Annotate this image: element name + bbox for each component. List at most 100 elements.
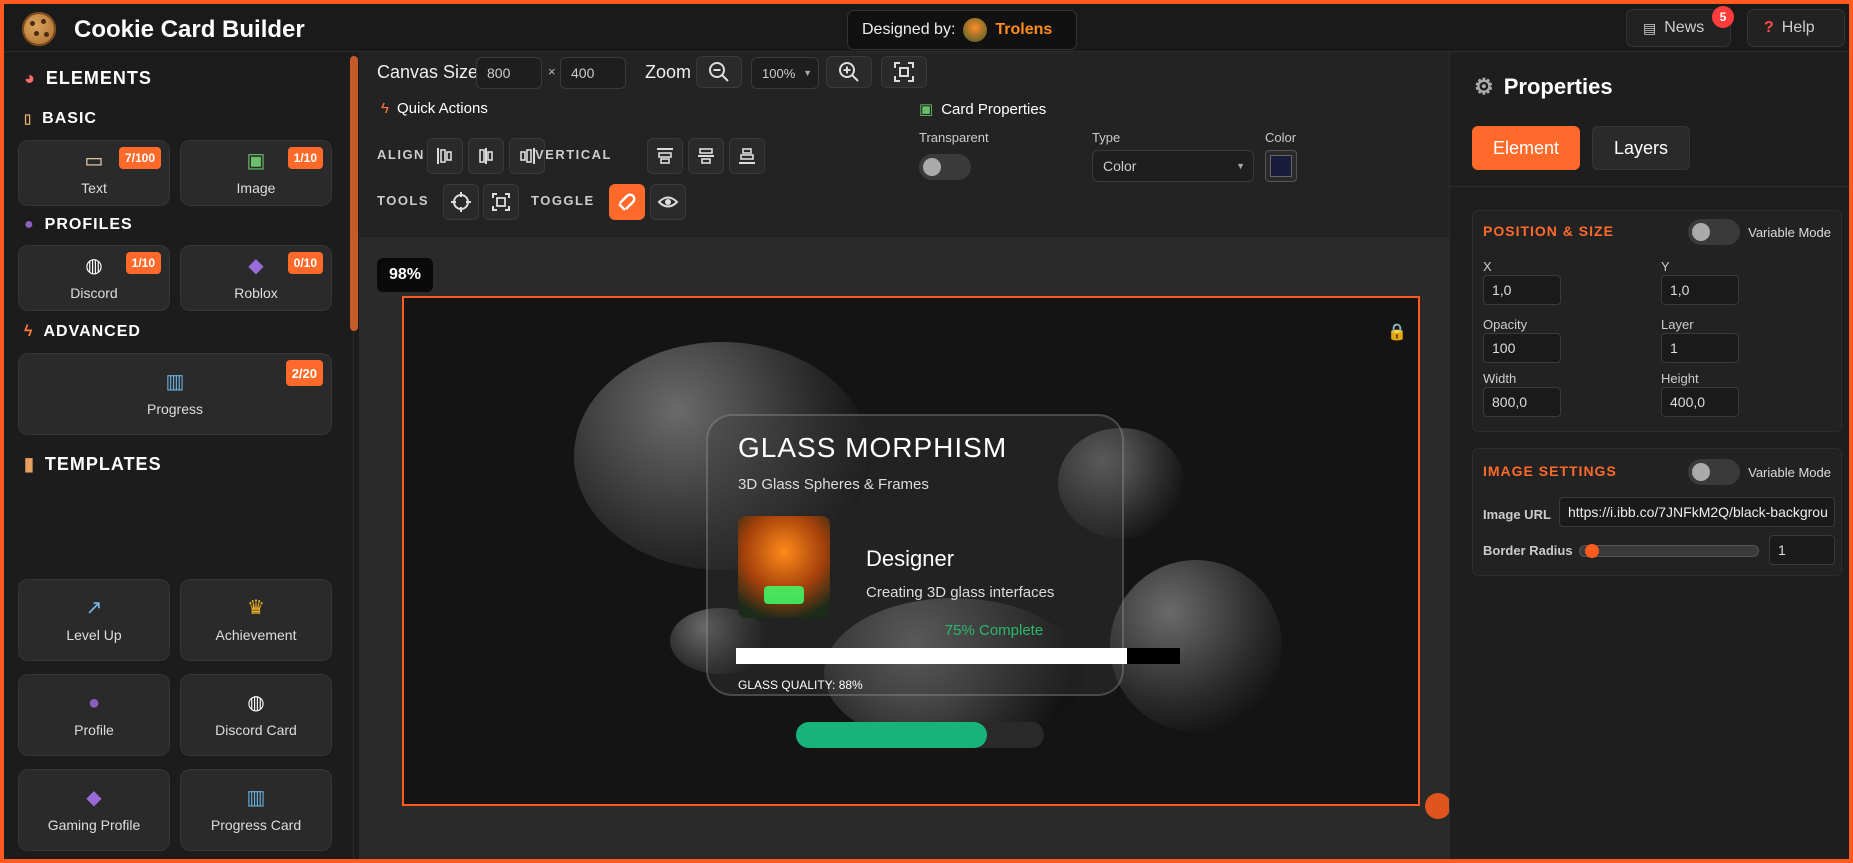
type-select[interactable]: Color ▼ bbox=[1092, 150, 1254, 182]
type-label: Type bbox=[1092, 130, 1121, 145]
card-properties-heading: ▣ Card Properties bbox=[919, 100, 1046, 119]
template-profile[interactable]: ● Profile bbox=[18, 674, 170, 756]
advanced-heading: ϟ ADVANCED bbox=[24, 323, 141, 341]
progress-text: 75% Complete bbox=[944, 622, 1044, 639]
template-achievement[interactable]: ♛ Achievement bbox=[180, 579, 332, 661]
frame-select-button[interactable] bbox=[483, 184, 519, 220]
image-url-input[interactable]: https://i.ibb.co/7JNFkM2Q/black-backgrou bbox=[1559, 497, 1835, 527]
toolbar: Canvas Size 800 × 400 Zoom 100% ▼ ϟ Quic… bbox=[359, 52, 1449, 238]
align-left-button[interactable] bbox=[427, 138, 463, 174]
speech-bubble-icon: ◍ bbox=[85, 255, 103, 277]
glass-sphere bbox=[1110, 560, 1282, 732]
y-input[interactable]: 1,0 bbox=[1661, 275, 1739, 305]
fit-screen-button[interactable] bbox=[881, 56, 927, 88]
tile-label: Progress Card bbox=[210, 817, 302, 833]
tab-layers[interactable]: Layers bbox=[1592, 126, 1690, 170]
zoom-out-icon bbox=[709, 62, 729, 82]
gamepad-icon: ◆ bbox=[86, 787, 102, 809]
template-discord-card[interactable]: ◍ Discord Card bbox=[180, 674, 332, 756]
profiles-heading: ● PROFILES bbox=[24, 216, 133, 234]
tile-label: Image bbox=[236, 180, 276, 196]
element-progress-button[interactable]: ▥ Progress 2/20 bbox=[18, 353, 332, 435]
canvas-width-input[interactable]: 800 bbox=[476, 57, 542, 89]
help-button[interactable]: ? Help bbox=[1747, 9, 1845, 47]
element-discord-button[interactable]: ◍ Discord 1/10 bbox=[18, 245, 170, 311]
tile-label: Profile bbox=[74, 722, 114, 738]
position-size-title: POSITION & SIZE bbox=[1483, 223, 1614, 239]
align-label: ALIGN bbox=[377, 147, 425, 162]
profile-name: Designer bbox=[866, 546, 955, 571]
variable-mode-toggle[interactable] bbox=[1688, 459, 1741, 485]
align-middle-button[interactable] bbox=[688, 138, 724, 174]
align-bottom-button[interactable] bbox=[729, 138, 765, 174]
image-url-label: Image URL bbox=[1483, 507, 1551, 522]
width-label: Width bbox=[1483, 371, 1517, 386]
tab-element[interactable]: Element bbox=[1472, 126, 1580, 170]
layer-input[interactable]: 1 bbox=[1661, 333, 1739, 363]
width-input[interactable]: 800,0 bbox=[1483, 387, 1561, 417]
magnet-toggle-button[interactable] bbox=[609, 184, 645, 220]
align-top-button[interactable] bbox=[647, 138, 683, 174]
card-color-swatch[interactable] bbox=[1265, 150, 1297, 182]
count-badge: 7/100 bbox=[118, 147, 161, 169]
type-value: Color bbox=[1103, 158, 1137, 174]
slider-thumb[interactable] bbox=[1585, 544, 1600, 558]
count-badge: 2/20 bbox=[285, 360, 323, 386]
designer-credit[interactable]: Designed by: Trolens bbox=[847, 10, 1077, 50]
crosshair-icon bbox=[451, 192, 471, 212]
variable-mode-control[interactable]: Variable Mode bbox=[1688, 459, 1831, 485]
template-level-up[interactable]: ↗ Level Up bbox=[18, 579, 170, 661]
crosshair-tool-button[interactable] bbox=[443, 184, 479, 220]
template-progress-card[interactable]: ▥ Progress Card bbox=[180, 769, 332, 851]
variable-mode-toggle[interactable] bbox=[1688, 219, 1741, 245]
element-text-button[interactable]: ▭ Text 7/100 bbox=[18, 140, 170, 206]
variable-mode-control[interactable]: Variable Mode bbox=[1688, 219, 1831, 245]
sidebar-scrollbar[interactable] bbox=[350, 56, 358, 331]
user-icon: ● bbox=[87, 692, 101, 714]
visibility-toggle-button[interactable] bbox=[650, 184, 686, 220]
zoom-value: 100% bbox=[762, 65, 796, 81]
zoom-in-button[interactable] bbox=[826, 56, 872, 88]
card-canvas[interactable]: GLASS MORPHISM 3D Glass Spheres & Frames… bbox=[402, 296, 1420, 806]
top-bar: Cookie Card Builder Designed by: Trolens… bbox=[4, 4, 1849, 52]
height-input[interactable]: 400,0 bbox=[1661, 387, 1739, 417]
y-label: Y bbox=[1661, 259, 1670, 274]
cookie-logo-icon bbox=[22, 12, 56, 46]
resize-handle[interactable] bbox=[1425, 793, 1451, 819]
properties-heading: ⚙ Properties bbox=[1474, 74, 1613, 100]
green-progress-fill bbox=[796, 722, 987, 748]
zoom-select[interactable]: 100% ▼ bbox=[751, 57, 819, 89]
transparent-toggle[interactable] bbox=[919, 154, 971, 180]
x-input[interactable]: 1,0 bbox=[1483, 275, 1561, 305]
border-radius-label: Border Radius bbox=[1483, 543, 1573, 558]
tile-label: Progress bbox=[146, 401, 204, 417]
elements-sidebar: ◕ ELEMENTS ▯ BASIC ▭ Text 7/100 ▣ Image … bbox=[4, 52, 354, 859]
template-gaming-profile[interactable]: ◆ Gaming Profile bbox=[18, 769, 170, 851]
border-radius-slider[interactable] bbox=[1579, 544, 1759, 558]
news-label: News bbox=[1664, 19, 1705, 36]
news-button[interactable]: ▤ News 5 bbox=[1626, 6, 1734, 47]
magnet-icon bbox=[618, 193, 636, 211]
gear-icon: ⚙ bbox=[1474, 74, 1494, 99]
zoom-label: Zoom bbox=[645, 62, 692, 82]
border-radius-input[interactable]: 1 bbox=[1769, 535, 1835, 565]
canvas-height-input[interactable]: 400 bbox=[560, 57, 626, 89]
element-image-button[interactable]: ▣ Image 1/10 bbox=[180, 140, 332, 206]
fit-screen-icon bbox=[894, 62, 914, 82]
align-center-button[interactable] bbox=[468, 138, 504, 174]
app-window: Cookie Card Builder Designed by: Trolens… bbox=[0, 0, 1853, 863]
glass-frame[interactable]: GLASS MORPHISM 3D Glass Spheres & Frames… bbox=[706, 414, 1180, 696]
frame-select-icon bbox=[492, 193, 510, 211]
lock-icon[interactable]: 🔒 bbox=[1387, 322, 1407, 342]
opacity-input[interactable]: 100 bbox=[1483, 333, 1561, 363]
progress-bar-fill bbox=[736, 648, 1127, 664]
tile-label: Text bbox=[81, 180, 107, 196]
element-roblox-button[interactable]: ◆ Roblox 0/10 bbox=[180, 245, 332, 311]
card-subtitle: 3D Glass Spheres & Frames bbox=[738, 476, 929, 493]
green-progress-bar[interactable] bbox=[796, 722, 1044, 748]
vertical-label: VERTICAL bbox=[535, 147, 612, 162]
zoom-out-button[interactable] bbox=[696, 56, 742, 88]
properties-panel: ⚙ Properties Element Layers POSITION & S… bbox=[1449, 52, 1849, 859]
news-count-badge: 5 bbox=[1712, 6, 1734, 28]
count-badge: 1/10 bbox=[287, 147, 323, 169]
